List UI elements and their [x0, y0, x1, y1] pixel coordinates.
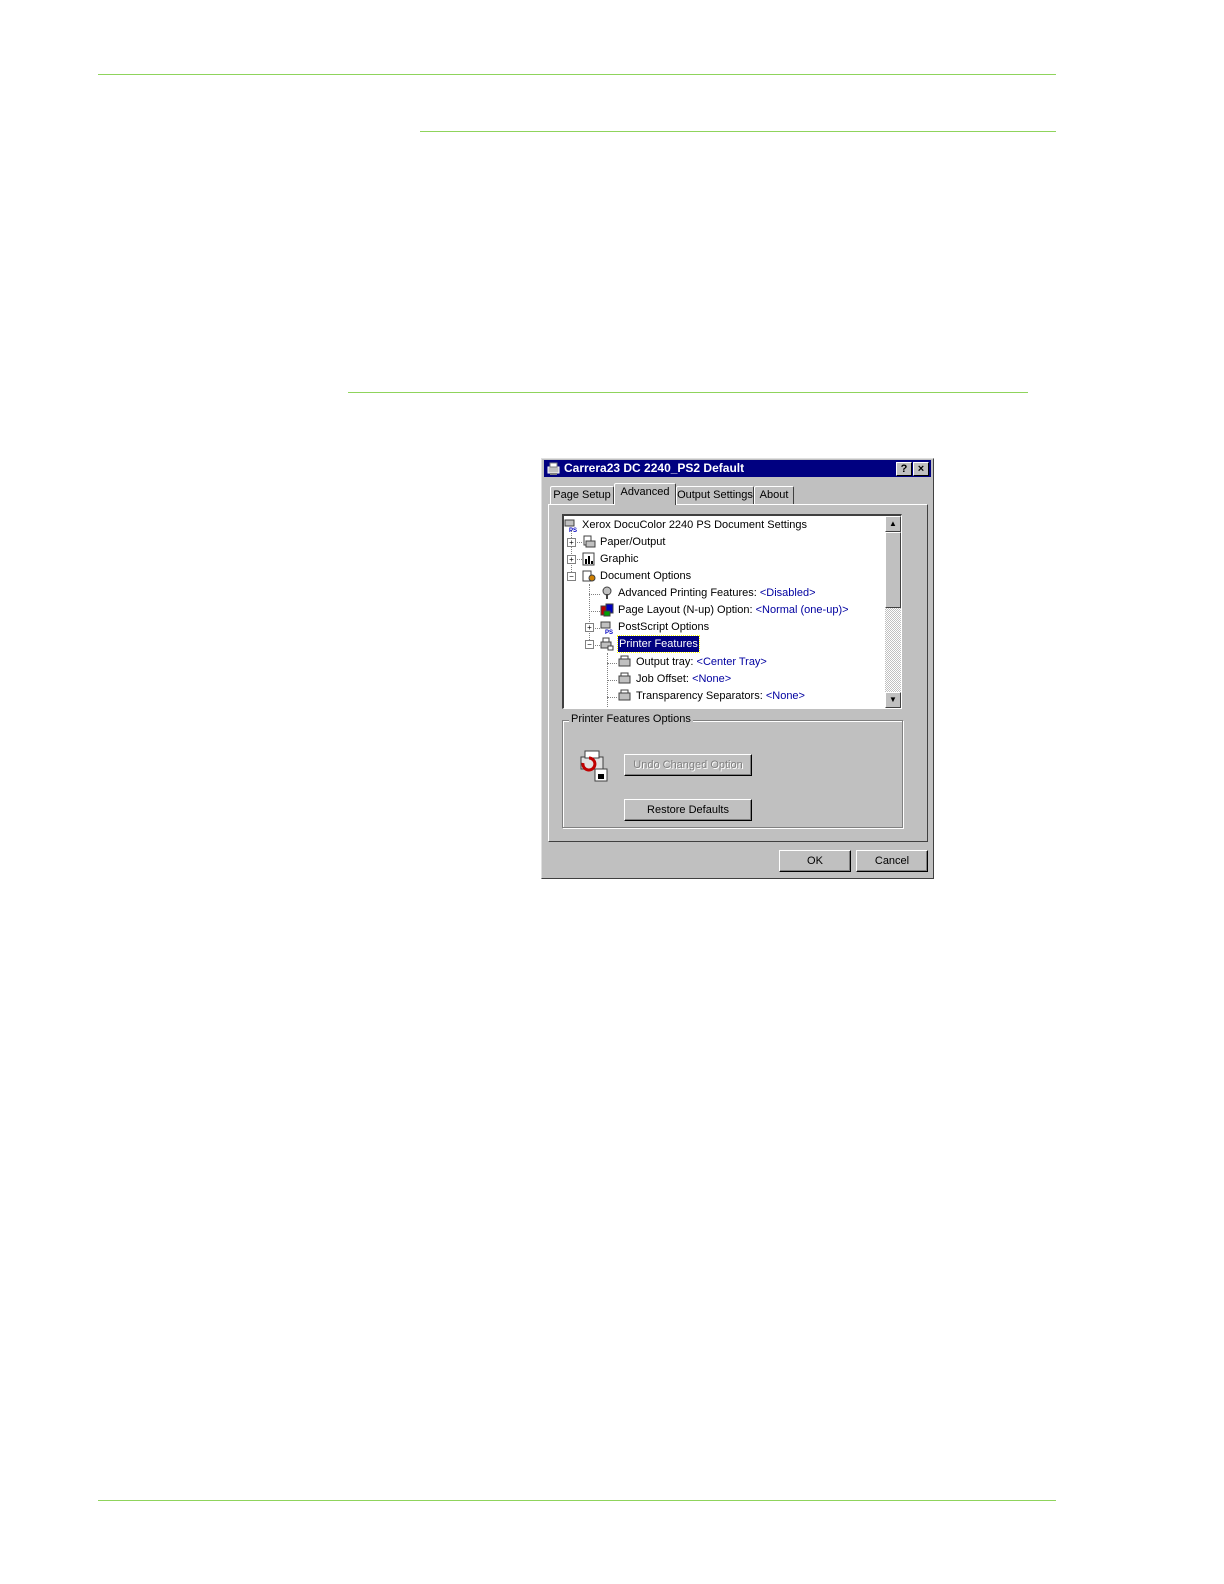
svg-text:PS: PS	[569, 528, 577, 532]
section-rule	[420, 131, 1056, 132]
printer-settings-dialog: Carrera23 DC 2240_PS2 Default ? × Page S…	[541, 458, 934, 879]
title-bar[interactable]: Carrera23 DC 2240_PS2 Default ? ×	[544, 460, 931, 477]
tree-label-selected: Printer Features	[617, 635, 700, 653]
pin-icon	[602, 586, 612, 599]
printer-icon	[547, 462, 560, 475]
tab-page-setup[interactable]: Page Setup	[550, 486, 614, 504]
page-layout-label: Page Layout (N-up) Option:	[618, 604, 753, 616]
page-layout-value: <Normal (one-up)>	[755, 604, 849, 616]
tree-line	[593, 645, 600, 646]
scroll-up-icon[interactable]: ▲	[885, 516, 901, 532]
job-offset-label: Job Offset:	[636, 673, 689, 685]
collapse-icon[interactable]: −	[585, 640, 594, 649]
tree-label: Transparency Separators: <None>	[636, 688, 805, 704]
ok-button[interactable]: OK	[779, 850, 851, 872]
tree-line	[589, 611, 600, 612]
help-button[interactable]: ?	[896, 462, 912, 476]
collapse-icon[interactable]: −	[567, 572, 576, 581]
output-tray-value: <Center Tray>	[696, 656, 767, 668]
page-layout-icon	[600, 603, 614, 617]
printer-features-icon	[600, 637, 614, 651]
tree-line	[589, 594, 600, 595]
tree-label: Paper/Output	[600, 536, 666, 548]
tree-label: Graphic	[600, 553, 639, 565]
tree-line	[607, 653, 608, 708]
option-icon	[618, 655, 631, 667]
close-button[interactable]: ×	[913, 462, 929, 476]
footer-rule	[98, 1500, 1056, 1501]
transparency-label: Transparency Separators:	[636, 690, 763, 702]
tab-advanced[interactable]: Advanced	[614, 483, 676, 505]
paper-output-icon	[583, 535, 596, 548]
expand-icon[interactable]: +	[567, 538, 576, 547]
document-options-icon	[582, 570, 596, 582]
dialog-title: Carrera23 DC 2240_PS2 Default	[564, 461, 745, 475]
svg-text:PS: PS	[605, 630, 613, 634]
scroll-down-icon[interactable]: ▼	[885, 692, 901, 708]
tree-root-label: Xerox DocuColor 2240 PS Document Setting…	[582, 519, 808, 531]
tree-label: Output tray: <Center Tray>	[636, 654, 767, 670]
tree-label: Job Offset: <None>	[636, 671, 731, 687]
printer-features-options-group: Printer Features Options Undo Changed Op…	[562, 713, 903, 828]
tree-line	[593, 628, 600, 629]
advanced-printing-label: Advanced Printing Features:	[618, 587, 757, 599]
transparency-value: <None>	[765, 690, 805, 702]
expand-icon[interactable]: +	[567, 555, 576, 564]
printer-reset-icon	[580, 750, 608, 782]
tree-line	[607, 663, 617, 664]
expand-icon[interactable]: +	[585, 623, 594, 632]
group-legend: Printer Features Options	[569, 713, 693, 725]
undo-changed-option-button[interactable]: Undo Changed Option	[624, 754, 752, 776]
advanced-printing-value: <Disabled>	[759, 587, 816, 599]
job-offset-value: <None>	[692, 673, 732, 685]
tree-line	[607, 680, 617, 681]
scroll-thumb[interactable]	[885, 532, 901, 608]
tree-line	[589, 584, 590, 644]
tree-label: Page Layout (N-up) Option: <Normal (one-…	[618, 602, 849, 618]
tree-scrollbar[interactable]: ▲ ▼	[885, 516, 901, 708]
settings-tree[interactable]: PS Xerox DocuColor 2240 PS Document Sett…	[562, 514, 902, 709]
tab-about[interactable]: About	[754, 486, 794, 504]
tree-label: Document Options	[600, 570, 692, 582]
output-tray-label: Output tray:	[636, 656, 694, 668]
restore-defaults-button[interactable]: Restore Defaults	[624, 799, 752, 821]
figure-rule	[348, 392, 1028, 393]
tab-output-settings[interactable]: Output Settings	[676, 486, 754, 504]
tree-label: Advanced Printing Features: <Disabled>	[618, 585, 816, 601]
header-rule	[98, 74, 1056, 75]
graphic-icon	[582, 552, 595, 566]
ps-printer-icon: PS	[564, 519, 577, 532]
cancel-button[interactable]: Cancel	[856, 850, 928, 872]
tree-label: PostScript Options	[618, 621, 710, 633]
tree-line	[607, 697, 617, 698]
option-icon	[618, 672, 631, 684]
option-icon	[618, 689, 631, 701]
ps-options-icon: PS	[600, 621, 613, 634]
